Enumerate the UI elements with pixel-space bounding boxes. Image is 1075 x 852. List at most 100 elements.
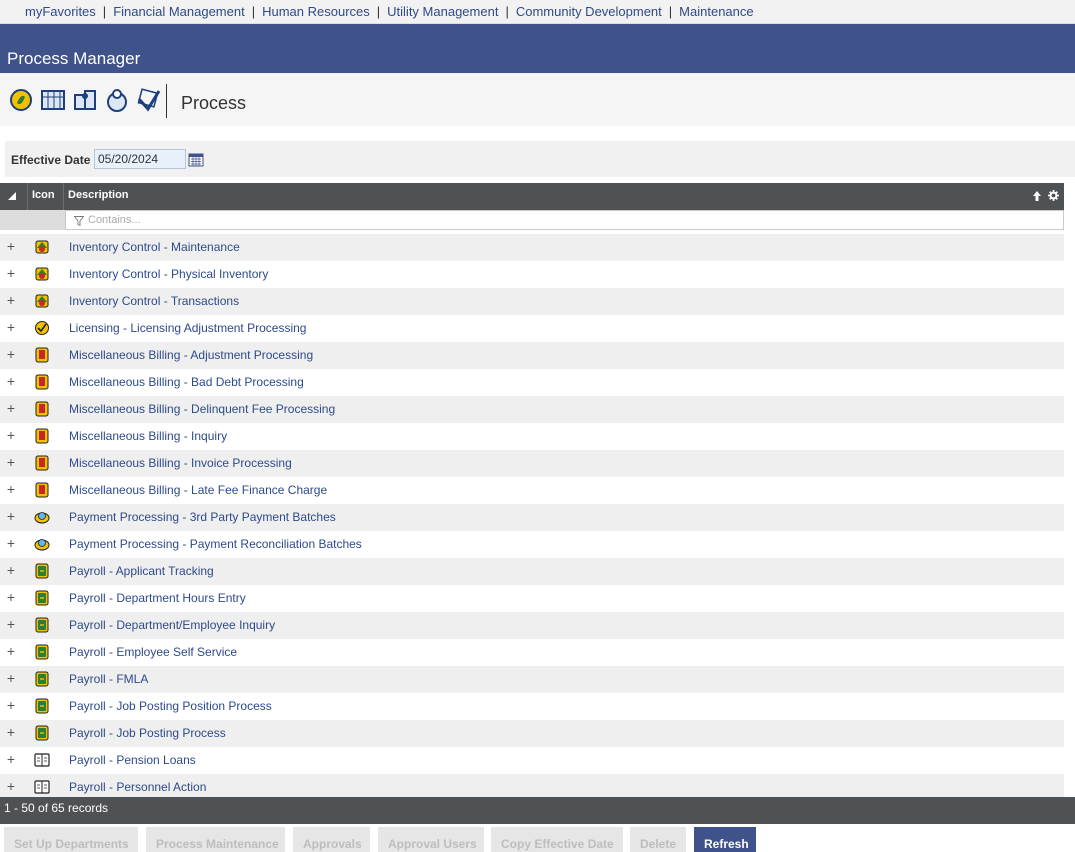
table-row[interactable]: + Payment Processing - 3rd Party Payment … bbox=[0, 504, 1064, 531]
section-title: Process bbox=[181, 93, 247, 113]
people-icon[interactable] bbox=[72, 87, 98, 113]
expand-row-button[interactable]: + bbox=[4, 697, 18, 713]
row-description-link[interactable]: Payroll - Department/Employee Inquiry bbox=[69, 618, 275, 632]
table-row[interactable]: + Payroll - FMLA bbox=[0, 666, 1064, 693]
row-description-link[interactable]: Payment Processing - Payment Reconciliat… bbox=[69, 537, 362, 551]
row-description-link[interactable]: Payment Processing - 3rd Party Payment B… bbox=[69, 510, 336, 524]
approvals-button[interactable]: Approvals bbox=[293, 827, 370, 852]
row-description-link[interactable]: Payroll - Job Posting Position Process bbox=[69, 699, 272, 713]
row-description-link[interactable]: Miscellaneous Billing - Bad Debt Process… bbox=[69, 375, 304, 389]
expand-row-button[interactable]: + bbox=[4, 292, 18, 308]
approval-users-button[interactable]: Approval Users bbox=[378, 827, 484, 852]
billing-icon bbox=[34, 482, 50, 498]
sort-up-icon[interactable] bbox=[1032, 190, 1042, 202]
table-row[interactable]: + Miscellaneous Billing - Invoice Process… bbox=[0, 450, 1064, 477]
column-header-description[interactable]: Description bbox=[68, 189, 129, 201]
expand-row-button[interactable]: + bbox=[4, 346, 18, 362]
payroll-icon bbox=[34, 644, 50, 660]
row-description-link[interactable]: Miscellaneous Billing - Invoice Processi… bbox=[69, 456, 292, 470]
expand-row-button[interactable]: + bbox=[4, 427, 18, 443]
table-row[interactable]: + Inventory Control - Transactions bbox=[0, 288, 1064, 315]
table-row[interactable]: + Payroll - Department Hours Entry bbox=[0, 585, 1064, 612]
expand-row-button[interactable]: + bbox=[4, 481, 18, 497]
table-row[interactable]: + Payroll - Pension Loans bbox=[0, 747, 1064, 774]
inventory-icon bbox=[34, 266, 50, 282]
gear-icon[interactable] bbox=[1048, 190, 1059, 202]
funnel-icon[interactable] bbox=[73, 215, 85, 227]
effective-date-input[interactable] bbox=[94, 149, 186, 169]
row-description-link[interactable]: Payroll - Department Hours Entry bbox=[69, 591, 246, 605]
payroll-icon bbox=[34, 563, 50, 579]
expand-row-button[interactable]: + bbox=[4, 751, 18, 767]
nav-myfavorites[interactable]: myFavorites bbox=[25, 4, 96, 19]
expand-row-button[interactable]: + bbox=[4, 562, 18, 578]
table-row[interactable]: + Miscellaneous Billing - Late Fee Financ… bbox=[0, 477, 1064, 504]
row-description-link[interactable]: Miscellaneous Billing - Delinquent Fee P… bbox=[69, 402, 335, 416]
row-description-link[interactable]: Payroll - FMLA bbox=[69, 672, 148, 686]
expand-row-button[interactable]: + bbox=[4, 670, 18, 686]
nav-separator: | bbox=[505, 4, 509, 19]
nav-financial-management[interactable]: Financial Management bbox=[113, 4, 245, 19]
set-up-departments-button[interactable]: Set Up Departments bbox=[4, 827, 138, 852]
table-row[interactable]: + Inventory Control - Physical Inventory bbox=[0, 261, 1064, 288]
column-header-icon[interactable]: Icon bbox=[28, 183, 64, 210]
payroll-icon bbox=[34, 698, 50, 714]
calendar-icon[interactable] bbox=[188, 152, 204, 167]
row-description-link[interactable]: Inventory Control - Physical Inventory bbox=[69, 267, 268, 281]
delete-button[interactable]: Delete bbox=[630, 827, 686, 852]
calendar-grid-icon[interactable] bbox=[40, 87, 66, 113]
expand-row-button[interactable]: + bbox=[4, 373, 18, 389]
toolbar: Process bbox=[0, 73, 1075, 126]
nav-maintenance[interactable]: Maintenance bbox=[679, 4, 753, 19]
copy-effective-date-button[interactable]: Copy Effective Date bbox=[491, 827, 623, 852]
expand-row-button[interactable]: + bbox=[4, 454, 18, 470]
nav-utility-management[interactable]: Utility Management bbox=[387, 4, 498, 19]
expand-all-header[interactable] bbox=[0, 183, 28, 210]
person-icon[interactable] bbox=[104, 87, 130, 113]
table-row[interactable]: + Miscellaneous Billing - Inquiry bbox=[0, 423, 1064, 450]
process-maintenance-button[interactable]: Process Maintenance bbox=[146, 827, 285, 852]
expand-row-button[interactable]: + bbox=[4, 238, 18, 254]
expand-row-button[interactable]: + bbox=[4, 535, 18, 551]
expand-row-button[interactable]: + bbox=[4, 400, 18, 416]
row-description-link[interactable]: Payroll - Pension Loans bbox=[69, 753, 196, 767]
table-row[interactable]: + Miscellaneous Billing - Delinquent Fee … bbox=[0, 396, 1064, 423]
row-description-link[interactable]: Inventory Control - Maintenance bbox=[69, 240, 240, 254]
expand-row-button[interactable]: + bbox=[4, 265, 18, 281]
row-description-link[interactable]: Payroll - Job Posting Process bbox=[69, 726, 226, 740]
description-filter-input[interactable]: Contains... bbox=[65, 210, 1064, 230]
expand-row-button[interactable]: + bbox=[4, 778, 18, 794]
table-row[interactable]: + Miscellaneous Billing - Adjustment Proc… bbox=[0, 342, 1064, 369]
expand-row-button[interactable]: + bbox=[4, 589, 18, 605]
table-row[interactable]: + Payroll - Department/Employee Inquiry bbox=[0, 612, 1064, 639]
row-description-link[interactable]: Payroll - Personnel Action bbox=[69, 780, 206, 794]
table-row[interactable]: + Payroll - Job Posting Position Process bbox=[0, 693, 1064, 720]
row-description-link[interactable]: Miscellaneous Billing - Late Fee Finance… bbox=[69, 483, 327, 497]
check-icon[interactable] bbox=[136, 87, 162, 113]
row-description-link[interactable]: Inventory Control - Transactions bbox=[69, 294, 239, 308]
table-row[interactable]: + Payment Processing - Payment Reconcilia… bbox=[0, 531, 1064, 558]
expand-row-button[interactable]: + bbox=[4, 724, 18, 740]
row-description-link[interactable]: Miscellaneous Billing - Adjustment Proce… bbox=[69, 348, 313, 362]
refresh-button[interactable]: Refresh bbox=[694, 827, 756, 852]
expand-row-button[interactable]: + bbox=[4, 643, 18, 659]
expand-row-button[interactable]: + bbox=[4, 508, 18, 524]
table-row[interactable]: + Licensing - Licensing Adjustment Proces… bbox=[0, 315, 1064, 342]
expand-row-button[interactable]: + bbox=[4, 616, 18, 632]
row-description-link[interactable]: Licensing - Licensing Adjustment Process… bbox=[69, 321, 306, 335]
table-row[interactable]: + Miscellaneous Billing - Bad Debt Proces… bbox=[0, 369, 1064, 396]
nav-separator: | bbox=[102, 4, 107, 19]
nav-community-development[interactable]: Community Development bbox=[516, 4, 662, 19]
money-icon[interactable] bbox=[8, 87, 34, 113]
table-row[interactable]: + Payroll - Employee Self Service bbox=[0, 639, 1064, 666]
row-description-link[interactable]: Miscellaneous Billing - Inquiry bbox=[69, 429, 227, 443]
filter-placeholder: Contains... bbox=[88, 214, 141, 226]
nav-separator: | bbox=[376, 4, 381, 19]
table-row[interactable]: + Inventory Control - Maintenance bbox=[0, 234, 1064, 261]
table-row[interactable]: + Payroll - Applicant Tracking bbox=[0, 558, 1064, 585]
table-row[interactable]: + Payroll - Job Posting Process bbox=[0, 720, 1064, 747]
nav-human-resources[interactable]: Human Resources bbox=[262, 4, 370, 19]
expand-row-button[interactable]: + bbox=[4, 319, 18, 335]
row-description-link[interactable]: Payroll - Employee Self Service bbox=[69, 645, 237, 659]
row-description-link[interactable]: Payroll - Applicant Tracking bbox=[69, 564, 214, 578]
